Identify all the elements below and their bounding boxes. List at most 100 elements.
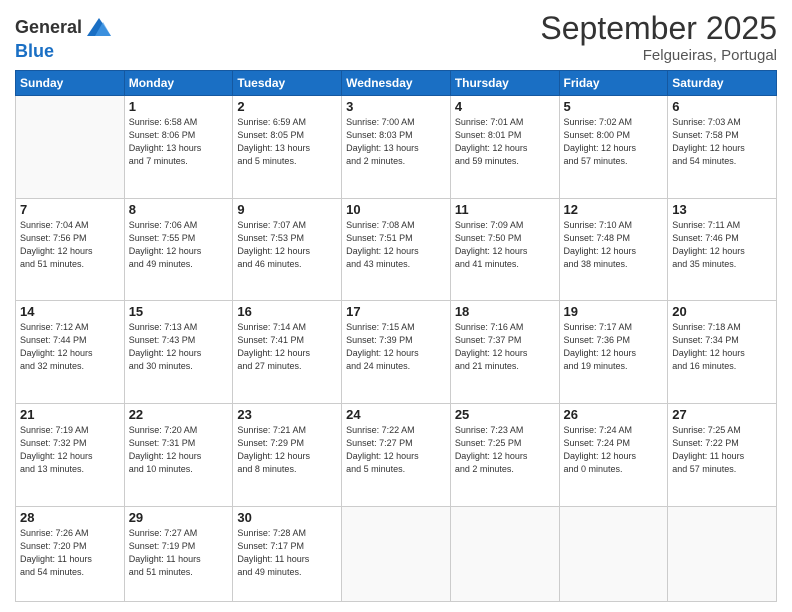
day-number: 3 xyxy=(346,99,446,114)
day-number: 16 xyxy=(237,304,337,319)
week-row-1: 1 Sunrise: 6:58 AM Sunset: 8:06 PM Daylig… xyxy=(16,96,777,199)
table-cell: 8 Sunrise: 7:06 AM Sunset: 7:55 PM Daylig… xyxy=(124,198,233,301)
table-cell: 3 Sunrise: 7:00 AM Sunset: 8:03 PM Daylig… xyxy=(342,96,451,199)
page: General Blue September 2025 Felgueiras, … xyxy=(0,0,792,612)
day-number: 24 xyxy=(346,407,446,422)
week-row-3: 14Sunrise: 7:12 AM Sunset: 7:44 PM Dayli… xyxy=(16,301,777,404)
col-friday: Friday xyxy=(559,71,668,96)
col-sunday: Sunday xyxy=(16,71,125,96)
day-number: 2 xyxy=(237,99,337,114)
day-number: 25 xyxy=(455,407,555,422)
col-saturday: Saturday xyxy=(668,71,777,96)
table-cell: 16 Sunrise: 7:14 AM Sunset: 7:41 PM Dayli… xyxy=(233,301,342,404)
day-info: Sunrise: 7:01 AM Sunset: 8:01 PM Dayligh… xyxy=(455,116,555,168)
col-thursday: Thursday xyxy=(450,71,559,96)
day-number: 28 xyxy=(20,510,120,525)
calendar-table: Sunday Monday Tuesday Wednesday Thursday… xyxy=(15,70,777,602)
logo-blue: Blue xyxy=(15,41,54,61)
day-info: Sunrise: 7:19 AM Sunset: 7:32 PM Dayligh… xyxy=(20,424,120,476)
day-info: Sunrise: 7:26 AM Sunset: 7:20 PM Dayligh… xyxy=(20,527,120,579)
day-info: Sunrise: 7:03 AM Sunset: 7:58 PM Dayligh… xyxy=(672,116,772,168)
calendar-header-row: Sunday Monday Tuesday Wednesday Thursday… xyxy=(16,71,777,96)
day-number: 26 xyxy=(564,407,664,422)
table-cell: 7Sunrise: 7:04 AM Sunset: 7:56 PM Daylig… xyxy=(16,198,125,301)
day-number: 4 xyxy=(455,99,555,114)
day-info: Sunrise: 7:15 AM Sunset: 7:39 PM Dayligh… xyxy=(346,321,446,373)
day-number: 22 xyxy=(129,407,229,422)
logo-general: General xyxy=(15,18,82,38)
table-cell: 25Sunrise: 7:23 AM Sunset: 7:25 PM Dayli… xyxy=(450,403,559,506)
day-number: 17 xyxy=(346,304,446,319)
day-info: Sunrise: 7:07 AM Sunset: 7:53 PM Dayligh… xyxy=(237,219,337,271)
day-number: 1 xyxy=(129,99,229,114)
col-monday: Monday xyxy=(124,71,233,96)
day-info: Sunrise: 7:28 AM Sunset: 7:17 PM Dayligh… xyxy=(237,527,337,579)
table-cell: 21 Sunrise: 7:19 AM Sunset: 7:32 PM Dayli… xyxy=(16,403,125,506)
day-number: 18 xyxy=(455,304,555,319)
table-cell xyxy=(559,506,668,601)
table-cell: 5 Sunrise: 7:02 AM Sunset: 8:00 PM Daylig… xyxy=(559,96,668,199)
day-number: 11 xyxy=(455,202,555,217)
day-info: Sunrise: 6:59 AM Sunset: 8:05 PM Dayligh… xyxy=(237,116,337,168)
table-cell: 22 Sunrise: 7:20 AM Sunset: 7:31 PM Dayli… xyxy=(124,403,233,506)
day-number: 21 xyxy=(20,407,120,422)
day-info: Sunrise: 7:18 AM Sunset: 7:34 PM Dayligh… xyxy=(672,321,772,373)
table-cell: 11 Sunrise: 7:09 AM Sunset: 7:50 PM Dayli… xyxy=(450,198,559,301)
table-cell xyxy=(16,96,125,199)
table-cell: 23 Sunrise: 7:21 AM Sunset: 7:29 PM Dayli… xyxy=(233,403,342,506)
day-info: Sunrise: 7:09 AM Sunset: 7:50 PM Dayligh… xyxy=(455,219,555,271)
day-info: Sunrise: 7:17 AM Sunset: 7:36 PM Dayligh… xyxy=(564,321,664,373)
day-info: Sunrise: 6:58 AM Sunset: 8:06 PM Dayligh… xyxy=(129,116,229,168)
table-cell: 17 Sunrise: 7:15 AM Sunset: 7:39 PM Dayli… xyxy=(342,301,451,404)
day-info: Sunrise: 7:14 AM Sunset: 7:41 PM Dayligh… xyxy=(237,321,337,373)
logo-text-block: General Blue xyxy=(15,14,113,62)
day-number: 30 xyxy=(237,510,337,525)
table-cell: 29Sunrise: 7:27 AM Sunset: 7:19 PM Dayli… xyxy=(124,506,233,601)
day-number: 23 xyxy=(237,407,337,422)
day-info: Sunrise: 7:10 AM Sunset: 7:48 PM Dayligh… xyxy=(564,219,664,271)
day-number: 5 xyxy=(564,99,664,114)
table-cell: 27 Sunrise: 7:25 AM Sunset: 7:22 PM Dayli… xyxy=(668,403,777,506)
day-info: Sunrise: 7:25 AM Sunset: 7:22 PM Dayligh… xyxy=(672,424,772,476)
day-number: 20 xyxy=(672,304,772,319)
day-info: Sunrise: 7:22 AM Sunset: 7:27 PM Dayligh… xyxy=(346,424,446,476)
day-number: 6 xyxy=(672,99,772,114)
day-info: Sunrise: 7:08 AM Sunset: 7:51 PM Dayligh… xyxy=(346,219,446,271)
day-info: Sunrise: 7:24 AM Sunset: 7:24 PM Dayligh… xyxy=(564,424,664,476)
day-number: 12 xyxy=(564,202,664,217)
table-cell xyxy=(342,506,451,601)
title-block: September 2025 Felgueiras, Portugal xyxy=(540,10,777,64)
table-cell: 14Sunrise: 7:12 AM Sunset: 7:44 PM Dayli… xyxy=(16,301,125,404)
table-cell: 13Sunrise: 7:11 AM Sunset: 7:46 PM Dayli… xyxy=(668,198,777,301)
col-wednesday: Wednesday xyxy=(342,71,451,96)
table-cell: 20 Sunrise: 7:18 AM Sunset: 7:34 PM Dayli… xyxy=(668,301,777,404)
table-cell: 4 Sunrise: 7:01 AM Sunset: 8:01 PM Daylig… xyxy=(450,96,559,199)
day-number: 19 xyxy=(564,304,664,319)
day-info: Sunrise: 7:02 AM Sunset: 8:00 PM Dayligh… xyxy=(564,116,664,168)
day-number: 27 xyxy=(672,407,772,422)
table-cell: 9Sunrise: 7:07 AM Sunset: 7:53 PM Daylig… xyxy=(233,198,342,301)
table-cell xyxy=(668,506,777,601)
day-info: Sunrise: 7:12 AM Sunset: 7:44 PM Dayligh… xyxy=(20,321,120,373)
day-info: Sunrise: 7:21 AM Sunset: 7:29 PM Dayligh… xyxy=(237,424,337,476)
table-cell xyxy=(450,506,559,601)
table-cell: 1 Sunrise: 6:58 AM Sunset: 8:06 PM Daylig… xyxy=(124,96,233,199)
day-number: 10 xyxy=(346,202,446,217)
day-info: Sunrise: 7:04 AM Sunset: 7:56 PM Dayligh… xyxy=(20,219,120,271)
day-info: Sunrise: 7:16 AM Sunset: 7:37 PM Dayligh… xyxy=(455,321,555,373)
table-cell: 26 Sunrise: 7:24 AM Sunset: 7:24 PM Dayli… xyxy=(559,403,668,506)
day-info: Sunrise: 7:00 AM Sunset: 8:03 PM Dayligh… xyxy=(346,116,446,168)
table-cell: 19 Sunrise: 7:17 AM Sunset: 7:36 PM Dayli… xyxy=(559,301,668,404)
day-info: Sunrise: 7:13 AM Sunset: 7:43 PM Dayligh… xyxy=(129,321,229,373)
table-cell: 18 Sunrise: 7:16 AM Sunset: 7:37 PM Dayli… xyxy=(450,301,559,404)
table-cell: 24 Sunrise: 7:22 AM Sunset: 7:27 PM Dayli… xyxy=(342,403,451,506)
table-cell: 30 Sunrise: 7:28 AM Sunset: 7:17 PM Dayli… xyxy=(233,506,342,601)
day-info: Sunrise: 7:20 AM Sunset: 7:31 PM Dayligh… xyxy=(129,424,229,476)
day-number: 8 xyxy=(129,202,229,217)
location: Felgueiras, Portugal xyxy=(540,47,777,64)
month-title: September 2025 xyxy=(540,10,777,47)
day-number: 29 xyxy=(129,510,229,525)
week-row-5: 28 Sunrise: 7:26 AM Sunset: 7:20 PM Dayli… xyxy=(16,506,777,601)
day-info: Sunrise: 7:06 AM Sunset: 7:55 PM Dayligh… xyxy=(129,219,229,271)
table-cell: 2 Sunrise: 6:59 AM Sunset: 8:05 PM Daylig… xyxy=(233,96,342,199)
